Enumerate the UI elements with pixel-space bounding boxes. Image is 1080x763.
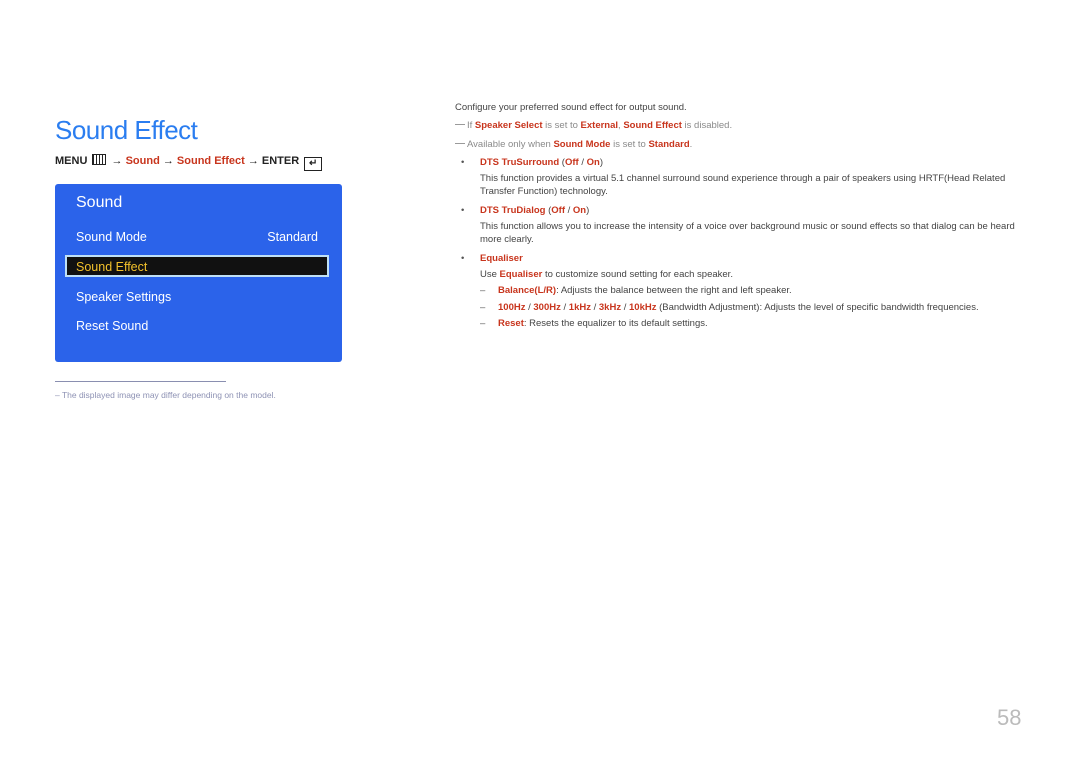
osd-menu: Sound Sound Mode Standard Sound Effect S… [55,184,342,362]
intro: Configure your preferred sound effect fo… [455,102,687,113]
footnote: – The displayed image may differ dependi… [55,390,276,400]
osd-item-reset-sound[interactable]: Reset Sound [76,319,148,333]
enter-label: ENTER [261,155,300,167]
note-sound-mode: Available only when Sound Mode is set to… [455,138,1035,151]
footnote-text: The displayed image may differ depending… [61,390,276,400]
osd-item-sound-effect[interactable]: Sound Effect [65,255,329,277]
page-title: Sound Effect [55,115,198,146]
arrow: → [247,155,259,167]
osd-item-sound-mode[interactable]: Sound Mode [76,230,147,244]
enter-return-icon: ↵ [304,157,323,171]
menu-label: MENU [55,155,88,167]
path-sound-effect: Sound Effect [176,155,245,167]
item-trusurround: DTS TruSurround (Off / On) [455,156,1035,170]
menu-path: MENU → Sound → Sound Effect → ENTER ↵ [55,154,323,171]
arrow: → [162,155,174,167]
menu-grid-icon [92,154,107,165]
osd-item-speaker-settings[interactable]: Speaker Settings [76,290,171,304]
note-speaker-select: If Speaker Select is set to External, So… [455,119,1035,132]
item-equaliser: Equaliser [455,252,1035,266]
trudialog-desc: This function allows you to increase the… [480,221,1015,246]
content: Configure your preferred sound effect fo… [455,101,1035,330]
equaliser-reset: Reset: Resets the equalizer to its defau… [455,317,1035,331]
osd-item-sound-effect-label: Sound Effect [76,260,148,274]
equaliser-balance: Balance(L/R): Adjusts the balance betwee… [455,284,1035,298]
equaliser-bands: 100Hz / 300Hz / 1kHz / 3kHz / 10kHz (Ban… [455,301,1035,315]
osd-item-sound-mode-value: Standard [267,230,318,244]
arrow: → [111,155,123,167]
equaliser-desc: Use Equaliser to customize sound setting… [480,268,733,280]
path-sound: Sound [125,155,160,167]
item-trudialog: DTS TruDialog (Off / On) [455,204,1035,218]
page-number: 58 [997,705,1022,730]
footnote-divider [55,381,226,382]
osd-title: Sound [76,194,123,211]
trusurround-desc: This function provides a virtual 5.1 cha… [480,173,1006,198]
